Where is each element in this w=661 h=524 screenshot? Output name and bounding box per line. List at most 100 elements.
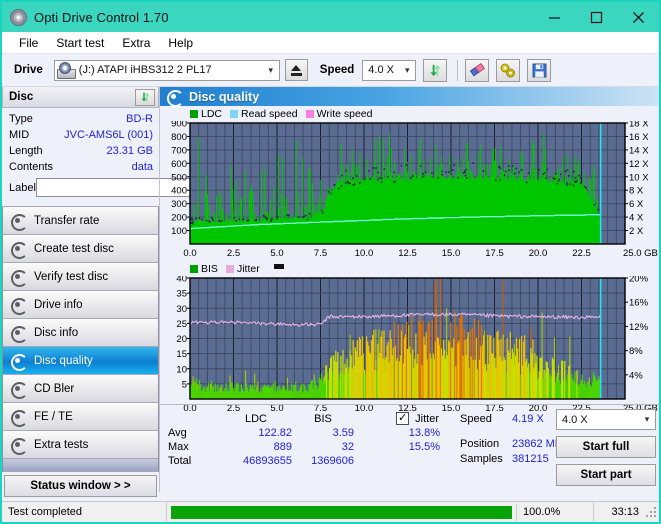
maximize-icon[interactable] [575, 2, 617, 32]
sidebar-item-drive-info[interactable]: Drive info [2, 291, 159, 319]
legend-swatch [230, 110, 239, 118]
menu-file[interactable]: File [10, 36, 47, 50]
stats-total-jitter [354, 454, 440, 468]
svg-text:400: 400 [171, 186, 187, 197]
test-speed-select[interactable]: 4.0 X ▾ [556, 409, 656, 430]
sidebar-item-fe-te[interactable]: FE / TE [2, 403, 159, 431]
sidebar-item-label: Create test disc [34, 242, 114, 255]
stats-row-label: Total [168, 455, 192, 467]
drive-select[interactable]: (J:) ATAPI iHBS312 2 PL17 ▾ [53, 59, 280, 81]
stats-avg-ldc: 122.82 [258, 427, 292, 439]
sidebar-item-label: Verify test disc [34, 270, 109, 283]
svg-text:20%: 20% [629, 276, 649, 285]
svg-text:17.5: 17.5 [485, 248, 504, 259]
svg-text:12.5: 12.5 [398, 248, 417, 259]
refresh-button[interactable] [423, 58, 448, 82]
eject-button[interactable] [284, 59, 308, 81]
close-icon[interactable] [617, 2, 659, 32]
content-area: Disc Type BD-R MID JVC-AMS6L (001) Lengt… [2, 87, 659, 497]
svg-text:30: 30 [176, 304, 187, 315]
legend-label: LDC [201, 108, 223, 120]
stats-avg-bis: 3.59 [332, 427, 354, 439]
svg-text:12 X: 12 X [629, 159, 649, 170]
test-position-value: 23862 MB [512, 438, 563, 450]
svg-text:5: 5 [182, 379, 187, 390]
chart2-legend: BIS Jitter [160, 261, 659, 276]
save-icon [532, 63, 547, 77]
sidebar-item-disc-info[interactable]: Disc info [2, 319, 159, 347]
sidebar-item-disc-quality[interactable]: Disc quality [2, 347, 159, 375]
svg-text:22.5: 22.5 [572, 248, 591, 259]
svg-text:18 X: 18 X [629, 121, 649, 130]
save-button[interactable] [527, 58, 552, 82]
stats-area: LDC BIS ✓ Jitter Avg 122.82 3.59 13.8% M… [160, 404, 659, 492]
disc-icon [11, 325, 28, 343]
chevron-down-icon: ▾ [405, 64, 410, 75]
svg-text:8 X: 8 X [629, 186, 644, 197]
sidebar-item-verify-test-disc[interactable]: Verify test disc [2, 263, 159, 291]
drive-label: Drive [14, 64, 43, 76]
stats-row-label: Max [168, 441, 189, 453]
legend-swatch [190, 110, 198, 118]
stats-total-bis: 1369606 [311, 455, 354, 467]
minimize-icon[interactable] [533, 2, 575, 32]
disc-length-value: 23.31 GB [106, 145, 153, 157]
test-position-row: Position 23862 MB [460, 438, 562, 450]
disc-icon [11, 297, 28, 315]
speed-select[interactable]: 4.0 X ▾ [362, 59, 417, 81]
stats-max-ldc: 889 [273, 441, 292, 453]
speed-label: Speed [319, 64, 355, 76]
svg-text:25: 25 [176, 319, 187, 330]
stats-table: LDC BIS ✓ Jitter Avg 122.82 3.59 13.8% M… [168, 411, 440, 468]
disc-contents-label: Contents [9, 161, 54, 173]
sidebar-item-extra-tests[interactable]: Extra tests [2, 431, 159, 459]
stats-row-label: Avg [168, 427, 187, 439]
test-samples-label: Samples [460, 453, 503, 465]
legend-swatch [225, 265, 234, 273]
progress-bar [171, 505, 512, 519]
disc-panel-title: Disc [9, 91, 34, 103]
disc-icon [11, 269, 28, 287]
resize-grip-icon[interactable] [645, 506, 657, 518]
svg-text:25.0 GB: 25.0 GB [623, 248, 658, 259]
sidebar-item-cd-bler[interactable]: CD Bler [2, 375, 159, 403]
disc-info-row-length: Length 23.31 GB [9, 145, 153, 158]
svg-text:8%: 8% [629, 346, 643, 357]
svg-text:600: 600 [171, 159, 187, 170]
svg-text:500: 500 [171, 172, 187, 183]
test-speed-select-value: 4.0 X [562, 413, 588, 426]
disc-contents-value: data [131, 161, 153, 173]
jitter-checkbox[interactable]: ✓ [396, 412, 410, 425]
sidebar-item-create-test-disc[interactable]: Create test disc [2, 235, 159, 263]
disc-refresh-button[interactable] [135, 88, 155, 106]
svg-text:10 X: 10 X [629, 172, 649, 183]
disc-info-list: Type BD-R MID JVC-AMS6L (001) Length 23.… [2, 108, 237, 201]
erase-button[interactable] [465, 58, 490, 82]
sidebar-filler [2, 459, 159, 472]
sidebar-item-transfer-rate[interactable]: Transfer rate [2, 207, 159, 235]
test-samples-value: 381215 [512, 453, 549, 465]
refresh-icon [430, 64, 441, 76]
menu-help[interactable]: Help [159, 36, 202, 50]
disc-info-row-mid: MID JVC-AMS6L (001) [9, 129, 153, 142]
legend-item-ldc: LDC [190, 108, 222, 120]
menu-start-test[interactable]: Start test [47, 36, 113, 50]
svg-text:35: 35 [176, 289, 187, 300]
key-disc-button[interactable] [496, 58, 521, 82]
sidebar-item-label: FE / TE [34, 410, 73, 423]
table-header-row: LDC BIS ✓ Jitter [168, 411, 440, 426]
speed-select-value: 4.0 X [368, 64, 394, 76]
legend-label: Write speed [316, 108, 373, 120]
drive-select-value: (J:) ATAPI iHBS312 2 PL17 [78, 64, 212, 76]
disc-mid-label: MID [9, 129, 30, 141]
disc-icon [11, 241, 28, 259]
svg-text:12%: 12% [629, 322, 649, 333]
chart2-svg: 5101520253035404%8%12%16%20%0.0 2.5 5.0 7.5… [176, 276, 657, 414]
menu-extra[interactable]: Extra [113, 36, 159, 50]
svg-text:2 X: 2 X [629, 226, 644, 237]
start-full-button[interactable]: Start full [556, 436, 656, 458]
legend-label: Jitter [236, 263, 260, 275]
start-part-button[interactable]: Start part [556, 464, 656, 486]
svg-text:14 X: 14 X [629, 145, 649, 156]
status-window-button[interactable]: Status window > > [4, 475, 157, 497]
